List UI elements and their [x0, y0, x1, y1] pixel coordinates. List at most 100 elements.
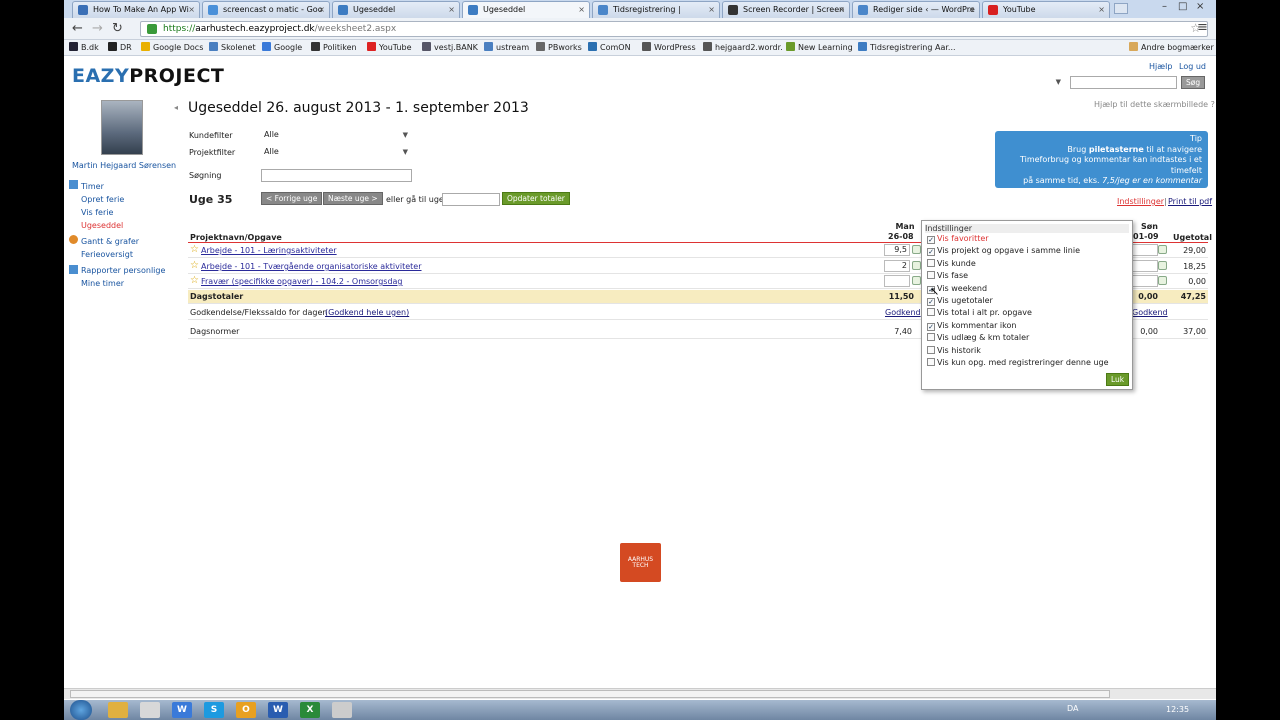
tab-close-icon[interactable]: ×	[448, 5, 455, 14]
sidebar-item[interactable]: Opret ferie	[81, 195, 124, 204]
bookmark-12[interactable]: hejgaard2.wordr.	[703, 42, 783, 54]
bookmark-14[interactable]: Tidsregistrering Aar...	[858, 42, 956, 54]
favorite-star-icon[interactable]: ☆	[190, 275, 199, 286]
comment-icon[interactable]	[912, 276, 921, 285]
reload-icon[interactable]: ↻	[112, 21, 123, 36]
bookmark-1[interactable]: DR	[108, 42, 132, 54]
checkbox[interactable]	[927, 333, 935, 342]
bookmark-3[interactable]: Skolenet	[209, 42, 256, 54]
search-input[interactable]	[261, 169, 412, 182]
scrollbar-thumb[interactable]	[70, 690, 1110, 698]
comment-icon[interactable]	[912, 245, 921, 254]
clock[interactable]: 12:35	[1166, 705, 1189, 714]
wordpress-taskbar-icon[interactable]: W	[172, 702, 192, 718]
update-totals-button[interactable]: Opdater totaler	[502, 192, 570, 205]
sidebar-item[interactable]: Vis ferie	[81, 208, 113, 217]
search-button[interactable]: Søg	[1181, 76, 1206, 89]
bookmark-5[interactable]: Politiken	[311, 42, 357, 54]
word-taskbar-icon[interactable]: W	[268, 702, 288, 718]
project-filter-select[interactable]: Alle ▼	[261, 146, 412, 159]
tab-1[interactable]: How To Make An App Wi ×	[72, 1, 200, 18]
checkbox[interactable]: ✓	[927, 236, 935, 244]
top-search-input[interactable]	[1070, 76, 1177, 89]
settings-option[interactable]: Vis historik	[927, 345, 981, 355]
bookmark-0[interactable]: B.dk	[69, 42, 99, 54]
settings-option[interactable]: Vis udlæg & km totaler	[927, 333, 1029, 342]
prev-week-button[interactable]: < Forrige uge	[261, 192, 323, 205]
tab-7[interactable]: Rediger side ‹ — WordPre ×	[852, 1, 980, 18]
back-icon[interactable]: ←	[72, 21, 83, 36]
help-screen-link[interactable]: Hjælp til dette skærmbillede ?	[1094, 100, 1215, 109]
folder-taskbar-icon[interactable]	[108, 702, 128, 718]
bookmark-9[interactable]: PBworks	[536, 42, 582, 54]
checkbox[interactable]	[927, 358, 935, 366]
sidebar-item[interactable]: Mine timer	[81, 279, 124, 288]
checkbox[interactable]: ✓	[927, 248, 935, 257]
next-week-button[interactable]: Næste uge >	[323, 192, 383, 205]
favorite-star-icon[interactable]: ☆	[190, 244, 199, 255]
help-link[interactable]: Hjælp	[1149, 62, 1172, 71]
outlook-taskbar-icon[interactable]: O	[236, 702, 256, 718]
sidebar-item[interactable]: Ugeseddel	[81, 221, 123, 230]
tab-close-icon[interactable]: ×	[708, 5, 715, 14]
window-taskbar-icon[interactable]	[332, 702, 352, 718]
customer-filter-select[interactable]: Alle ▼	[261, 129, 412, 142]
windows-start-icon[interactable]	[70, 700, 92, 720]
tab-2[interactable]: screencast o matic - Goo ×	[202, 1, 330, 18]
excel-taskbar-icon[interactable]: X	[300, 702, 320, 718]
checkbox[interactable]: ✓	[927, 298, 935, 306]
comment-icon[interactable]	[1158, 245, 1167, 254]
bookmark-13[interactable]: New Learning	[786, 42, 853, 54]
sidebar-item[interactable]: Gantt & grafer	[81, 237, 139, 246]
language-indicator[interactable]: DA	[1067, 704, 1079, 713]
bookmark-2[interactable]: Google Docs	[141, 42, 203, 54]
top-dropdown[interactable]: ▼	[930, 76, 1065, 89]
checkbox[interactable]	[927, 271, 935, 280]
bookmark-11[interactable]: WordPress	[642, 42, 696, 54]
tab-close-icon[interactable]: ×	[968, 5, 975, 14]
tab-4[interactable]: Ugeseddel ×	[462, 1, 590, 18]
goto-week-input[interactable]	[442, 193, 500, 206]
checkbox[interactable]	[927, 258, 935, 267]
user-name[interactable]: Martin Hejgaard Sørensen	[72, 161, 176, 170]
hours-cell-mon[interactable]: 2	[884, 260, 910, 272]
settings-option[interactable]: Vis total i alt pr. opgave	[927, 308, 1032, 317]
hours-cell-mon[interactable]: 9,5	[884, 244, 910, 256]
tab-8[interactable]: YouTube ×	[982, 1, 1110, 18]
bookmark-15[interactable]: Andre bogmærker	[1129, 42, 1214, 54]
close-window-icon[interactable]: ×	[1196, 1, 1204, 12]
settings-option[interactable]: Vis kunde	[927, 258, 976, 268]
settings-option[interactable]: ✓ Vis favoritter	[927, 234, 989, 244]
tab-close-icon[interactable]: ×	[188, 5, 195, 14]
logout-link[interactable]: Log ud	[1179, 62, 1206, 71]
forward-icon[interactable]: →	[92, 21, 103, 36]
settings-option[interactable]: ✓ Vis kommentar ikon	[927, 321, 1016, 331]
sidebar-item[interactable]: Timer	[81, 182, 104, 191]
comment-icon[interactable]	[912, 261, 921, 270]
checkbox[interactable]: ✓	[927, 322, 935, 331]
approve-mon-link[interactable]: Godkend	[885, 308, 921, 317]
hours-cell-sun[interactable]	[1132, 275, 1158, 287]
horizontal-scrollbar[interactable]	[64, 688, 1216, 699]
settings-option[interactable]: Vis kun opg. med registreringer denne ug…	[927, 358, 1109, 367]
bookmark-8[interactable]: ustream	[484, 42, 529, 54]
tab-close-icon[interactable]: ×	[1098, 5, 1105, 14]
tab-3[interactable]: Ugeseddel ×	[332, 1, 460, 18]
minimize-icon[interactable]: –	[1162, 1, 1167, 12]
chrome-taskbar-icon[interactable]	[140, 702, 160, 718]
approve-week-link[interactable]: (Godkend hele ugen)	[325, 308, 409, 317]
tab-close-icon[interactable]: ×	[318, 5, 325, 14]
sidebar-item[interactable]: Rapporter personlige	[81, 266, 165, 275]
bookmark-10[interactable]: ComON	[588, 42, 631, 54]
skype-taskbar-icon[interactable]: S	[204, 702, 224, 718]
settings-link[interactable]: Indstillinger	[1117, 197, 1164, 206]
tab-close-icon[interactable]: ×	[578, 5, 585, 14]
hours-cell-mon[interactable]	[884, 275, 910, 287]
favorite-star-icon[interactable]: ☆	[190, 260, 199, 271]
address-bar[interactable]: https://aarhustech.eazyproject.dk/weeksh…	[140, 21, 1208, 37]
checkbox[interactable]	[927, 345, 935, 354]
hours-cell-sun[interactable]	[1132, 244, 1158, 256]
print-pdf-link[interactable]: Print til pdf	[1168, 197, 1212, 206]
sidebar-item[interactable]: Ferieoversigt	[81, 250, 133, 259]
new-tab-icon[interactable]	[1114, 3, 1128, 14]
